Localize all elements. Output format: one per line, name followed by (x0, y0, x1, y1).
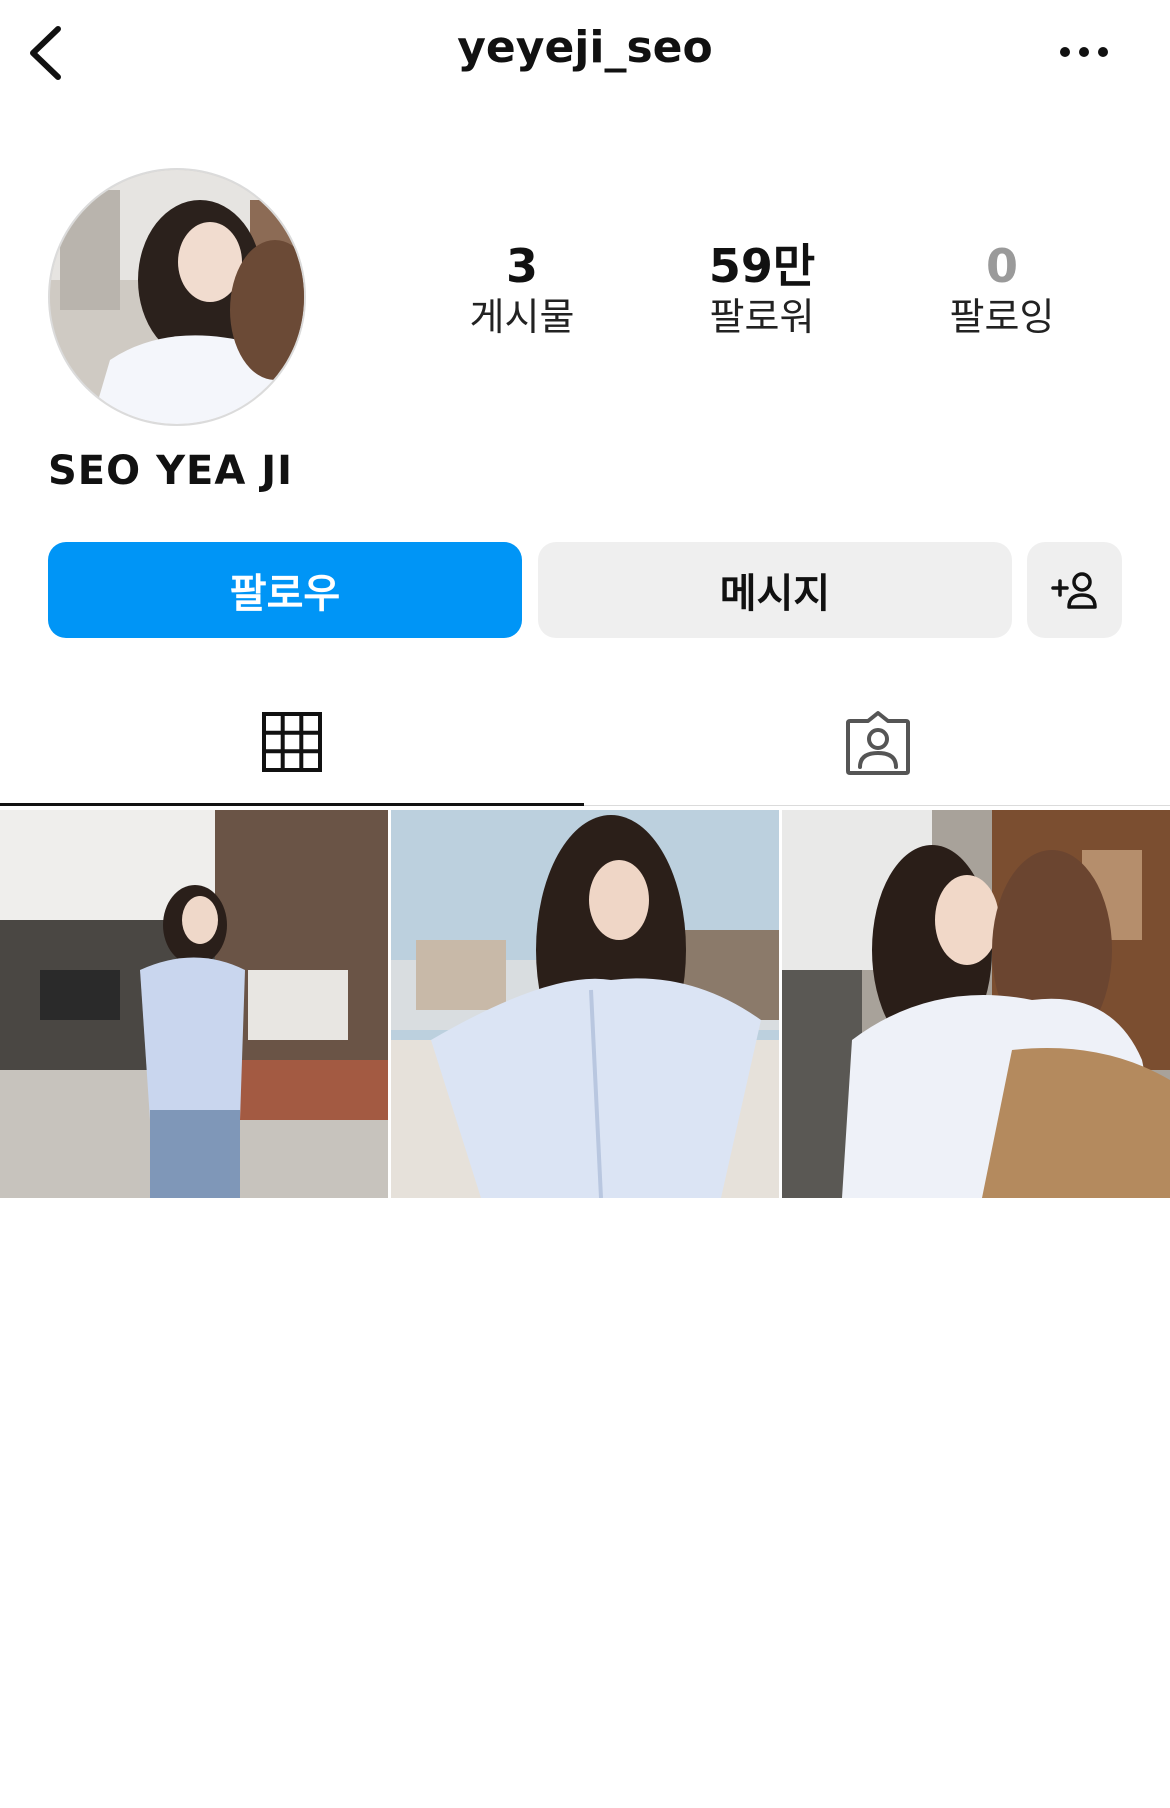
post-photo (391, 810, 779, 1198)
post-photo (782, 810, 1170, 1198)
stat-posts[interactable]: 3 게시물 (422, 240, 622, 342)
stat-followers-label: 팔로워 (709, 295, 815, 339)
profile-full-name: SEO YEA JI (48, 448, 293, 494)
post-photo (0, 810, 388, 1198)
message-button[interactable]: 메시지 (538, 542, 1012, 638)
profile-avatar[interactable] (48, 168, 306, 426)
profile-stats: 3 게시물 59만 팔로워 0 팔로잉 (400, 240, 1140, 350)
post-thumbnail[interactable] (0, 810, 388, 1198)
tab-tagged[interactable] (586, 680, 1170, 806)
profile-username: yeyeji_seo (457, 22, 713, 73)
suggested-accounts-button[interactable] (1027, 542, 1122, 638)
top-bar: yeyeji_seo (0, 0, 1170, 110)
stat-followers-count: 59만 (708, 239, 816, 293)
post-thumbnail[interactable] (391, 810, 779, 1198)
tab-posts[interactable] (0, 680, 584, 806)
stat-followers[interactable]: 59만 팔로워 (662, 240, 862, 342)
profile-tabs (0, 680, 1170, 806)
stat-following[interactable]: 0 팔로잉 (902, 240, 1102, 342)
stat-following-count: 0 (985, 239, 1018, 293)
follow-button[interactable]: 팔로우 (48, 542, 522, 638)
stat-following-label: 팔로잉 (949, 295, 1055, 339)
grid-icon (262, 711, 322, 772)
tagged-person-icon (846, 711, 910, 775)
posts-grid (0, 810, 1170, 1198)
post-thumbnail[interactable] (782, 810, 1170, 1198)
stat-posts-count: 3 (505, 239, 538, 293)
ellipsis-horizontal-icon (1060, 47, 1108, 57)
stat-posts-label: 게시물 (469, 295, 575, 339)
add-person-icon (1050, 572, 1097, 609)
more-options-button[interactable] (1054, 32, 1114, 72)
avatar-photo (50, 170, 304, 424)
